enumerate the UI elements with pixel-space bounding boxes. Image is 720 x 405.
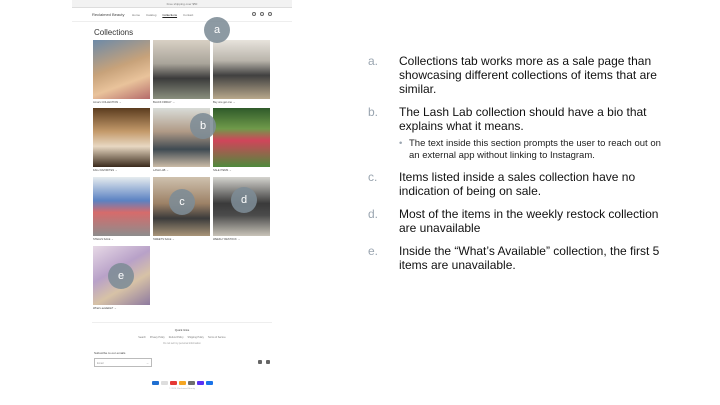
- note-letter: c.: [368, 170, 378, 184]
- note-letter: b.: [368, 105, 379, 119]
- nav-collections[interactable]: Collections: [162, 13, 177, 17]
- collection-caption[interactable]: BLACK FRIDAY →: [153, 101, 210, 104]
- social-icons: [258, 360, 270, 364]
- marker-c: c: [169, 189, 195, 215]
- nav-home[interactable]: Home: [132, 13, 140, 17]
- collection-card[interactable]: Anna's COLLECTION →: [93, 40, 150, 104]
- collection-caption[interactable]: STEALS SALE →: [93, 238, 150, 241]
- collection-caption[interactable]: SALE ITEMS →: [213, 169, 270, 172]
- collection-caption[interactable]: WEEKLY RESTOCK →: [213, 238, 270, 241]
- note-c: c. Items listed inside a sales collectio…: [368, 170, 668, 198]
- marker-d: d: [231, 187, 257, 213]
- header-icons: [252, 12, 272, 16]
- email-placeholder: Email: [97, 361, 104, 365]
- main-nav: Home Catalog Collections Contact: [132, 13, 193, 17]
- footer-link[interactable]: Shipping Policy: [188, 336, 204, 339]
- note-text: Items listed inside a sales collection h…: [399, 170, 636, 198]
- marker-e: e: [108, 263, 134, 289]
- collection-image[interactable]: [93, 40, 150, 99]
- collection-caption[interactable]: LASH LAB →: [153, 169, 210, 172]
- nav-contact[interactable]: Contact: [183, 13, 193, 17]
- footer-quick-links-heading: Quick links: [174, 328, 190, 332]
- footer-link[interactable]: Refund Policy: [169, 336, 184, 339]
- collection-caption[interactable]: FALL FAVORITES →: [93, 169, 150, 172]
- instagram-icon[interactable]: [266, 360, 270, 364]
- subpoint-text: The text inside this section prompts the…: [409, 138, 661, 161]
- note-text: Most of the items in the weekly restock …: [399, 207, 659, 235]
- note-text: The Lash Lab collection should have a bi…: [399, 105, 647, 133]
- collection-image[interactable]: [213, 40, 270, 99]
- payment-method-icon: [169, 381, 177, 385]
- footer-link[interactable]: Terms of Service: [208, 336, 226, 339]
- site-header: Reclaimed Beauty Home Catalog Collection…: [72, 8, 292, 22]
- note-letter: a.: [368, 54, 379, 68]
- nav-catalog[interactable]: Catalog: [146, 13, 156, 17]
- collection-caption[interactable]: Anna's COLLECTION →: [93, 101, 150, 104]
- collection-image[interactable]: [93, 108, 150, 167]
- collection-image[interactable]: [153, 40, 210, 99]
- collection-caption[interactable]: What's available? →: [93, 307, 150, 310]
- collection-card[interactable]: Buy one get one →: [213, 40, 270, 104]
- cart-icon[interactable]: [268, 12, 272, 16]
- footer-divider: [92, 322, 272, 323]
- collection-image[interactable]: [213, 108, 270, 167]
- announcement-bar: Free shipping over $50: [72, 0, 292, 8]
- marker-b: b: [190, 113, 216, 139]
- newsletter-email-input[interactable]: Email →: [94, 358, 152, 367]
- payment-method-icon: [160, 381, 168, 385]
- note-b-subpoint: • The text inside this section prompts t…: [368, 138, 668, 161]
- footer-link[interactable]: Privacy Policy: [150, 336, 165, 339]
- collection-card[interactable]: STEALS SALE →: [93, 177, 150, 241]
- note-b: b. The Lash Lab collection should have a…: [368, 105, 668, 133]
- collection-image[interactable]: [93, 177, 150, 236]
- note-letter: d.: [368, 207, 379, 221]
- bullet-icon: •: [399, 138, 403, 149]
- page-title: Collections: [94, 28, 134, 37]
- account-icon[interactable]: [260, 12, 264, 16]
- newsletter-heading: Subscribe to our emails: [94, 351, 126, 355]
- marker-a: a: [204, 17, 230, 43]
- note-d: d. Most of the items in the weekly resto…: [368, 207, 668, 235]
- payment-icons: [72, 381, 292, 385]
- collection-caption[interactable]: SWEETS SALE →: [153, 238, 210, 241]
- payment-method-icon: [178, 381, 186, 385]
- note-text: Collections tab works more as a sale pag…: [399, 54, 657, 96]
- annotation-notes: a. Collections tab works more as a sale …: [368, 54, 668, 281]
- footer-privacy-note[interactable]: Do not sell my personal information: [72, 342, 292, 345]
- collection-card[interactable]: BLACK FRIDAY →: [153, 40, 210, 104]
- payment-method-icon: [196, 381, 204, 385]
- footer-link[interactable]: Search: [138, 336, 146, 339]
- payment-method-icon: [187, 381, 195, 385]
- collection-card[interactable]: SALE ITEMS →: [213, 108, 270, 172]
- payment-method-icon: [205, 381, 213, 385]
- payment-method-icon: [151, 381, 159, 385]
- facebook-icon[interactable]: [258, 360, 262, 364]
- note-text: Inside the “What’s Available” collection…: [399, 244, 660, 272]
- search-icon[interactable]: [252, 12, 256, 16]
- collection-card[interactable]: FALL FAVORITES →: [93, 108, 150, 172]
- collection-caption[interactable]: Buy one get one →: [213, 101, 270, 104]
- store-logo[interactable]: Reclaimed Beauty: [92, 12, 124, 17]
- footer-links: Search Privacy Policy Refund Policy Ship…: [72, 336, 292, 339]
- submit-arrow-icon[interactable]: →: [146, 361, 149, 365]
- copyright-text: © 2024, Reclaimed Beauty: [168, 388, 196, 390]
- note-e: e. Inside the “What’s Available” collect…: [368, 244, 668, 272]
- note-letter: e.: [368, 244, 379, 258]
- note-a: a. Collections tab works more as a sale …: [368, 54, 668, 96]
